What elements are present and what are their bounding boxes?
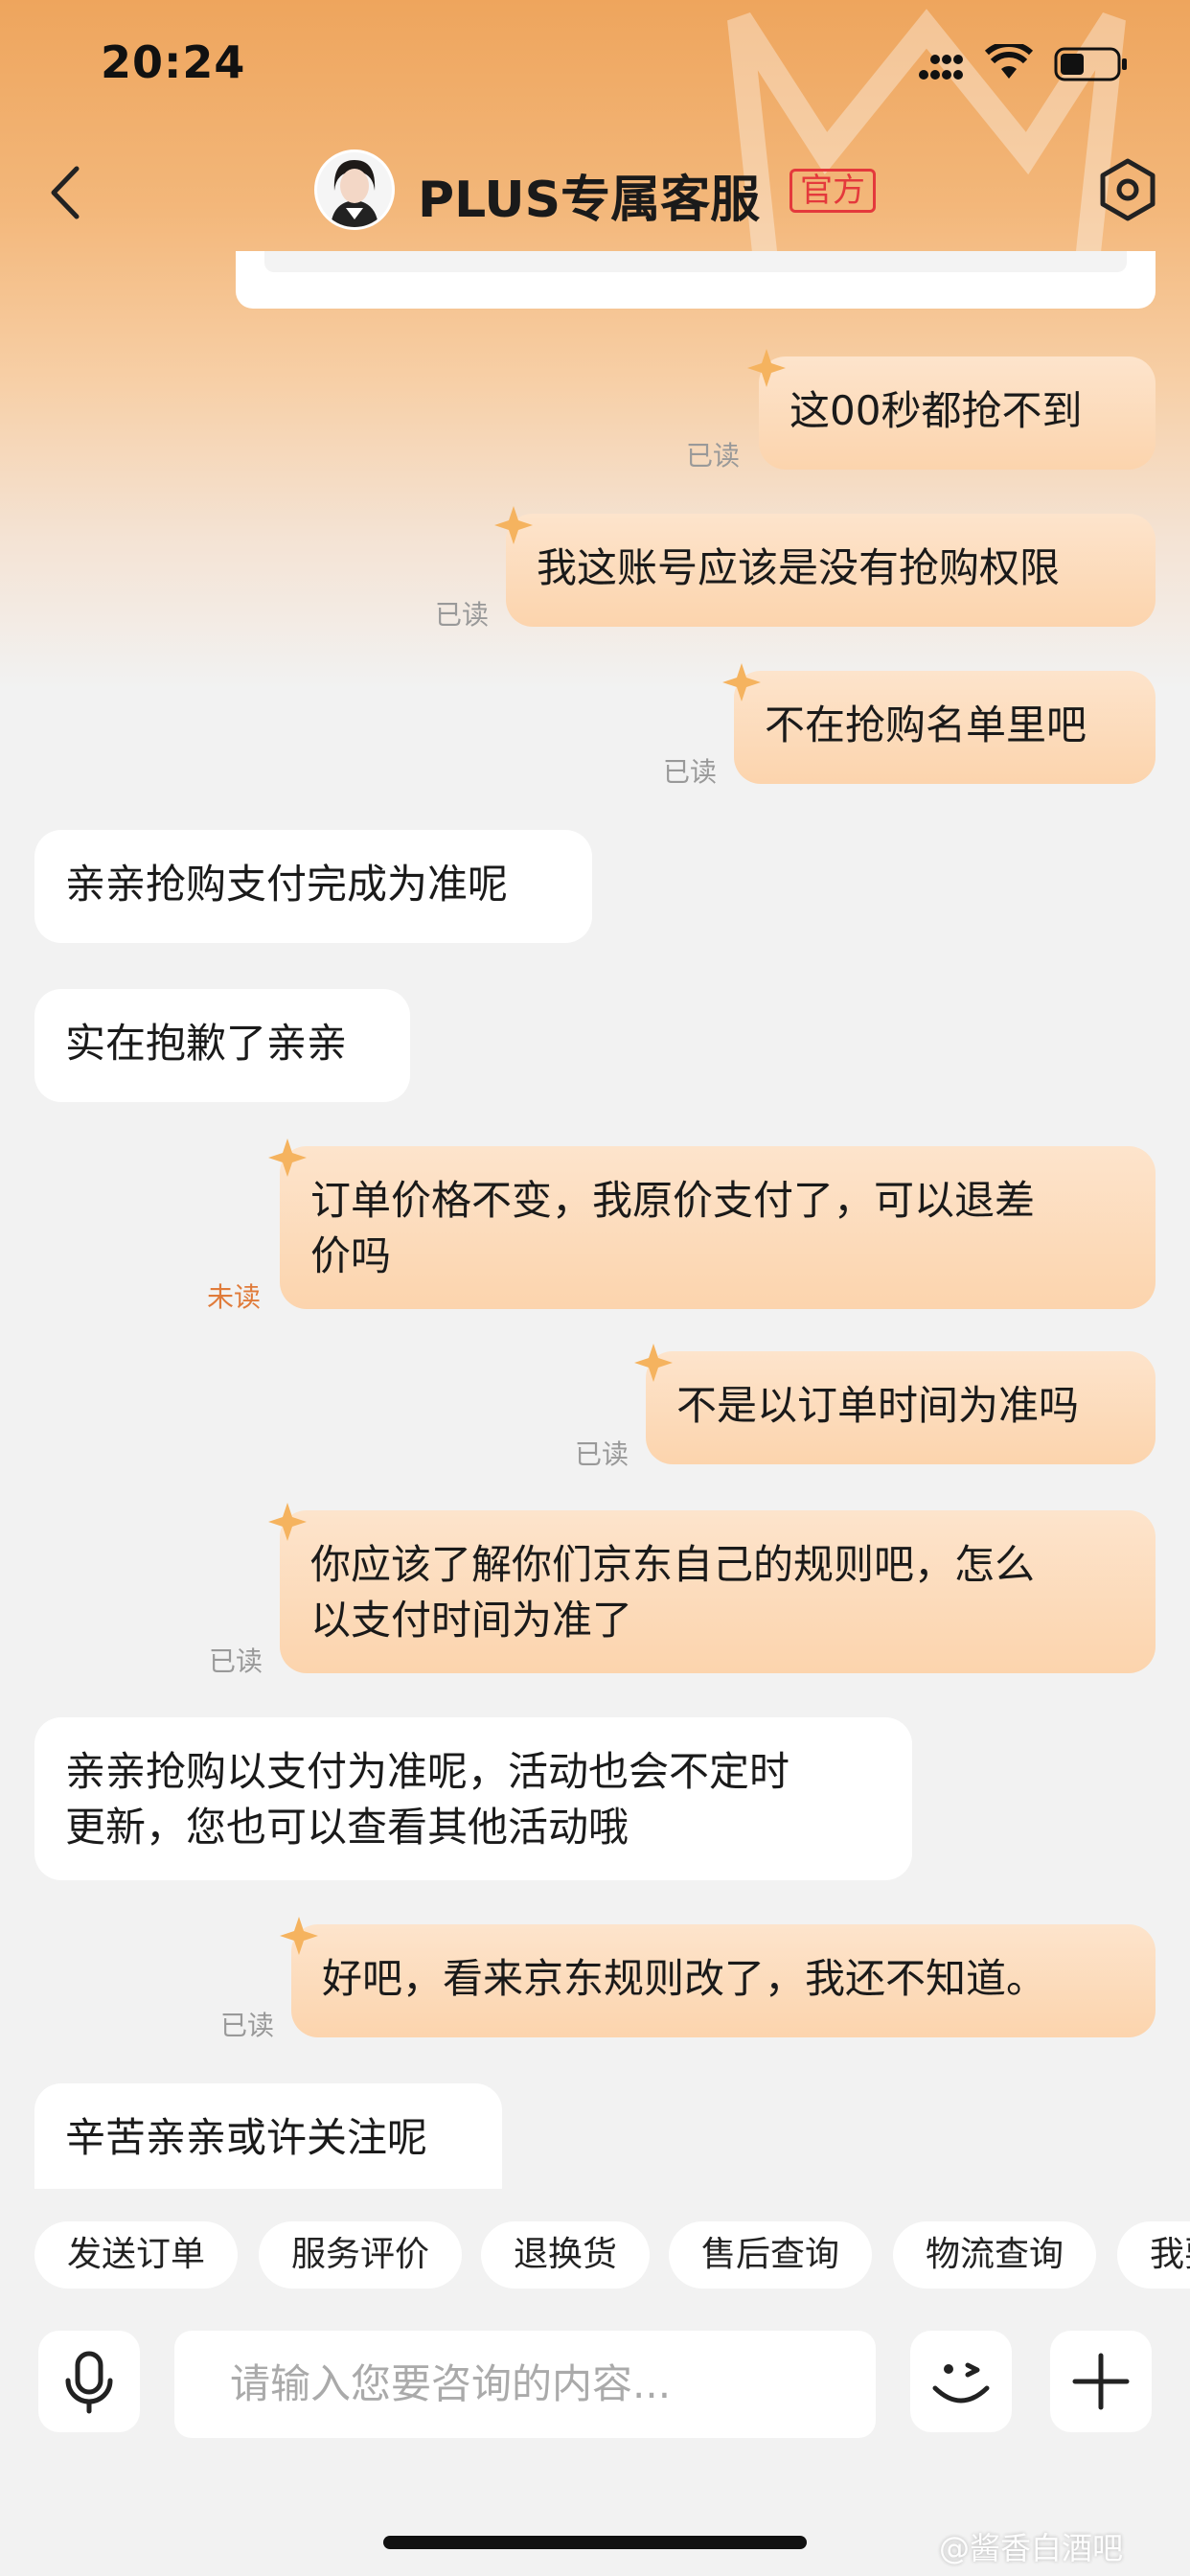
outgoing-message[interactable]: 这00秒都抢不到 — [747, 349, 1156, 470]
back-arrow-icon[interactable] — [46, 163, 84, 222]
unread-status: 未读 — [207, 1281, 262, 1313]
incoming-message[interactable]: 亲亲抢购以支付为准呢，活动也会不定时 更新，您也可以查看其他活动哦 — [34, 1717, 912, 1880]
message-text: 我这账号应该是没有抢购权限 — [537, 544, 1061, 591]
incoming-message[interactable]: 辛苦亲亲或许关注呢 — [34, 2083, 502, 2189]
message-text-line: 订单价格不变，我原价支付了，可以退差 — [310, 1177, 1036, 1224]
agent-avatar[interactable] — [314, 150, 395, 230]
read-status: 已读 — [575, 1438, 629, 1470]
incoming-message[interactable]: 实在抱歉了亲亲 — [34, 989, 410, 1102]
settings-hexagon-icon[interactable] — [1098, 157, 1157, 222]
previous-message-card — [236, 251, 1156, 309]
read-status: 已读 — [220, 2010, 275, 2041]
message-text-line: 更新，您也可以查看其他活动哦 — [65, 1804, 629, 1851]
outgoing-message[interactable]: 我这账号应该是没有抢购权限 — [494, 506, 1156, 627]
read-status: 已读 — [435, 599, 490, 631]
read-status: 已读 — [209, 1645, 263, 1677]
quick-actions-bar: 发送订单 服务评价 退换货 售后查询 物流查询 我要 — [34, 2221, 1190, 2288]
quick-action-logistics[interactable]: 物流查询 — [893, 2221, 1097, 2288]
home-indicator — [383, 2536, 807, 2549]
message-text: 这00秒都抢不到 — [790, 387, 1083, 434]
voice-input-button[interactable] — [38, 2331, 140, 2432]
quick-action-more[interactable]: 我要 — [1117, 2221, 1190, 2288]
sparkle-star-icon — [494, 506, 533, 544]
emoji-button[interactable] — [910, 2331, 1012, 2432]
previous-message-card-inner — [264, 251, 1127, 272]
sparkle-star-icon — [268, 1503, 307, 1541]
battery-icon — [1054, 47, 1127, 81]
status-bar: 20:24 — [0, 0, 1190, 134]
message-text: 辛苦亲亲或许关注呢 — [65, 2114, 428, 2161]
message-text-line: 亲亲抢购以支付为准呢，活动也会不定时 — [65, 1748, 790, 1795]
message-text: 不在抢购名单里吧 — [765, 702, 1087, 748]
message-input[interactable]: 请输入您要咨询的内容... — [174, 2331, 876, 2438]
read-status: 已读 — [663, 756, 718, 788]
page-title: PLUS专属客服 — [418, 172, 761, 229]
agent-avatar-icon — [317, 152, 392, 227]
outgoing-message[interactable]: 订单价格不变，我原价支付了，可以退差 价吗 — [268, 1138, 1156, 1309]
watermark: @酱香白酒吧 — [939, 2530, 1124, 2566]
quick-action-return-exchange[interactable]: 退换货 — [481, 2221, 651, 2288]
message-text: 不是以订单时间为准吗 — [676, 1382, 1080, 1429]
read-status: 已读 — [686, 440, 741, 472]
quick-action-service-review[interactable]: 服务评价 — [259, 2221, 463, 2288]
sparkle-star-icon — [268, 1138, 307, 1177]
chat-header: PLUS专属客服 官方 — [0, 134, 1190, 249]
plus-icon — [1072, 2353, 1130, 2410]
status-time: 20:24 — [101, 36, 246, 88]
message-text: 实在抱歉了亲亲 — [65, 1020, 348, 1067]
microphone-icon — [65, 2351, 113, 2414]
sparkle-star-icon — [280, 1917, 318, 1955]
cellular-signal-icon — [919, 55, 963, 80]
wink-emoji-icon — [932, 2362, 990, 2404]
message-text: 好吧，看来京东规则改了，我还不知道。 — [322, 1955, 1047, 2002]
message-text: 亲亲抢购支付完成为准呢 — [65, 861, 509, 908]
incoming-message[interactable]: 亲亲抢购支付完成为准呢 — [34, 830, 592, 943]
wifi-icon — [985, 44, 1033, 79]
outgoing-message[interactable]: 不在抢购名单里吧 — [722, 663, 1156, 784]
official-badge: 官方 — [790, 169, 876, 213]
outgoing-message[interactable]: 不是以订单时间为准吗 — [634, 1344, 1156, 1464]
message-text-line: 价吗 — [310, 1232, 392, 1279]
sparkle-star-icon — [747, 349, 786, 387]
sparkle-star-icon — [634, 1344, 673, 1382]
outgoing-message[interactable]: 好吧，看来京东规则改了，我还不知道。 — [280, 1917, 1156, 2037]
message-text-line: 你应该了解你们京东自己的规则吧，怎么 — [310, 1541, 1036, 1588]
more-options-button[interactable] — [1050, 2331, 1152, 2432]
quick-action-send-order[interactable]: 发送订单 — [34, 2221, 239, 2288]
message-text-line: 以支付时间为准了 — [310, 1597, 633, 1644]
outgoing-message[interactable]: 你应该了解你们京东自己的规则吧，怎么 以支付时间为准了 — [268, 1503, 1156, 1673]
quick-action-after-sales[interactable]: 售后查询 — [669, 2221, 873, 2288]
sparkle-star-icon — [722, 663, 761, 702]
